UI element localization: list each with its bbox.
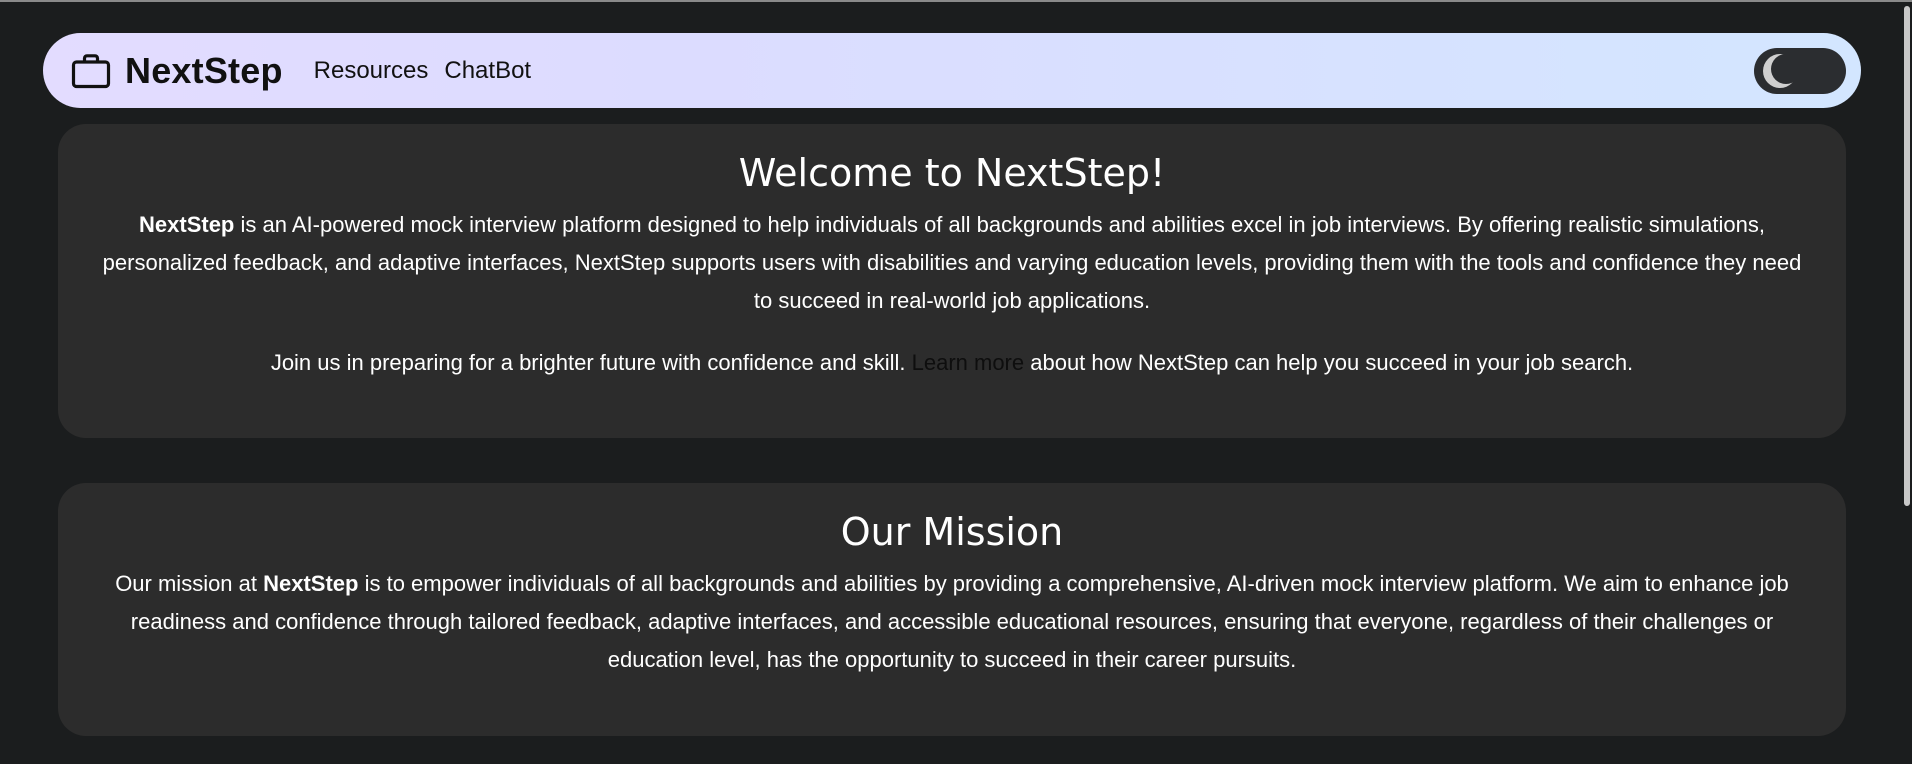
join-text-after: about how NextStep can help you succeed … bbox=[1024, 350, 1634, 375]
briefcase-icon bbox=[71, 53, 111, 88]
mission-brand-bold: NextStep bbox=[263, 571, 359, 596]
intro-text: is an AI-powered mock interview platform… bbox=[102, 212, 1802, 313]
mission-text-before: Our mission at bbox=[115, 571, 264, 596]
nav-links: Resources ChatBot bbox=[314, 57, 531, 85]
mission-card: Our Mission Our mission at NextStep is t… bbox=[58, 483, 1846, 736]
brand-logo-link[interactable]: NextStep bbox=[71, 50, 283, 92]
mission-text: Our mission at NextStep is to empower in… bbox=[98, 565, 1806, 679]
welcome-join: Join us in preparing for a brighter futu… bbox=[98, 344, 1806, 382]
intro-brand-bold: NextStep bbox=[139, 212, 235, 237]
moon-icon bbox=[1763, 53, 1797, 88]
brand-name: NextStep bbox=[125, 49, 283, 91]
welcome-card: Welcome to NextStep! NextStep is an AI-p… bbox=[58, 124, 1846, 438]
mission-title: Our Mission bbox=[840, 510, 1064, 554]
nav-link-resources[interactable]: Resources bbox=[314, 57, 429, 85]
welcome-intro: NextStep is an AI-powered mock interview… bbox=[98, 206, 1806, 320]
theme-toggle[interactable] bbox=[1754, 47, 1846, 94]
welcome-title: Welcome to NextStep! bbox=[738, 151, 1166, 195]
join-text-before: Join us in preparing for a brighter futu… bbox=[270, 350, 912, 375]
scrollbar-thumb[interactable] bbox=[1904, 6, 1910, 506]
mission-text-after: is to empower individuals of all backgro… bbox=[130, 571, 1789, 672]
learn-more-link[interactable]: Learn more bbox=[912, 350, 1025, 375]
top-navbar: NextStep Resources ChatBot bbox=[43, 33, 1861, 108]
nav-link-chatbot[interactable]: ChatBot bbox=[444, 57, 531, 85]
page-scrollbar[interactable] bbox=[1902, 2, 1912, 764]
